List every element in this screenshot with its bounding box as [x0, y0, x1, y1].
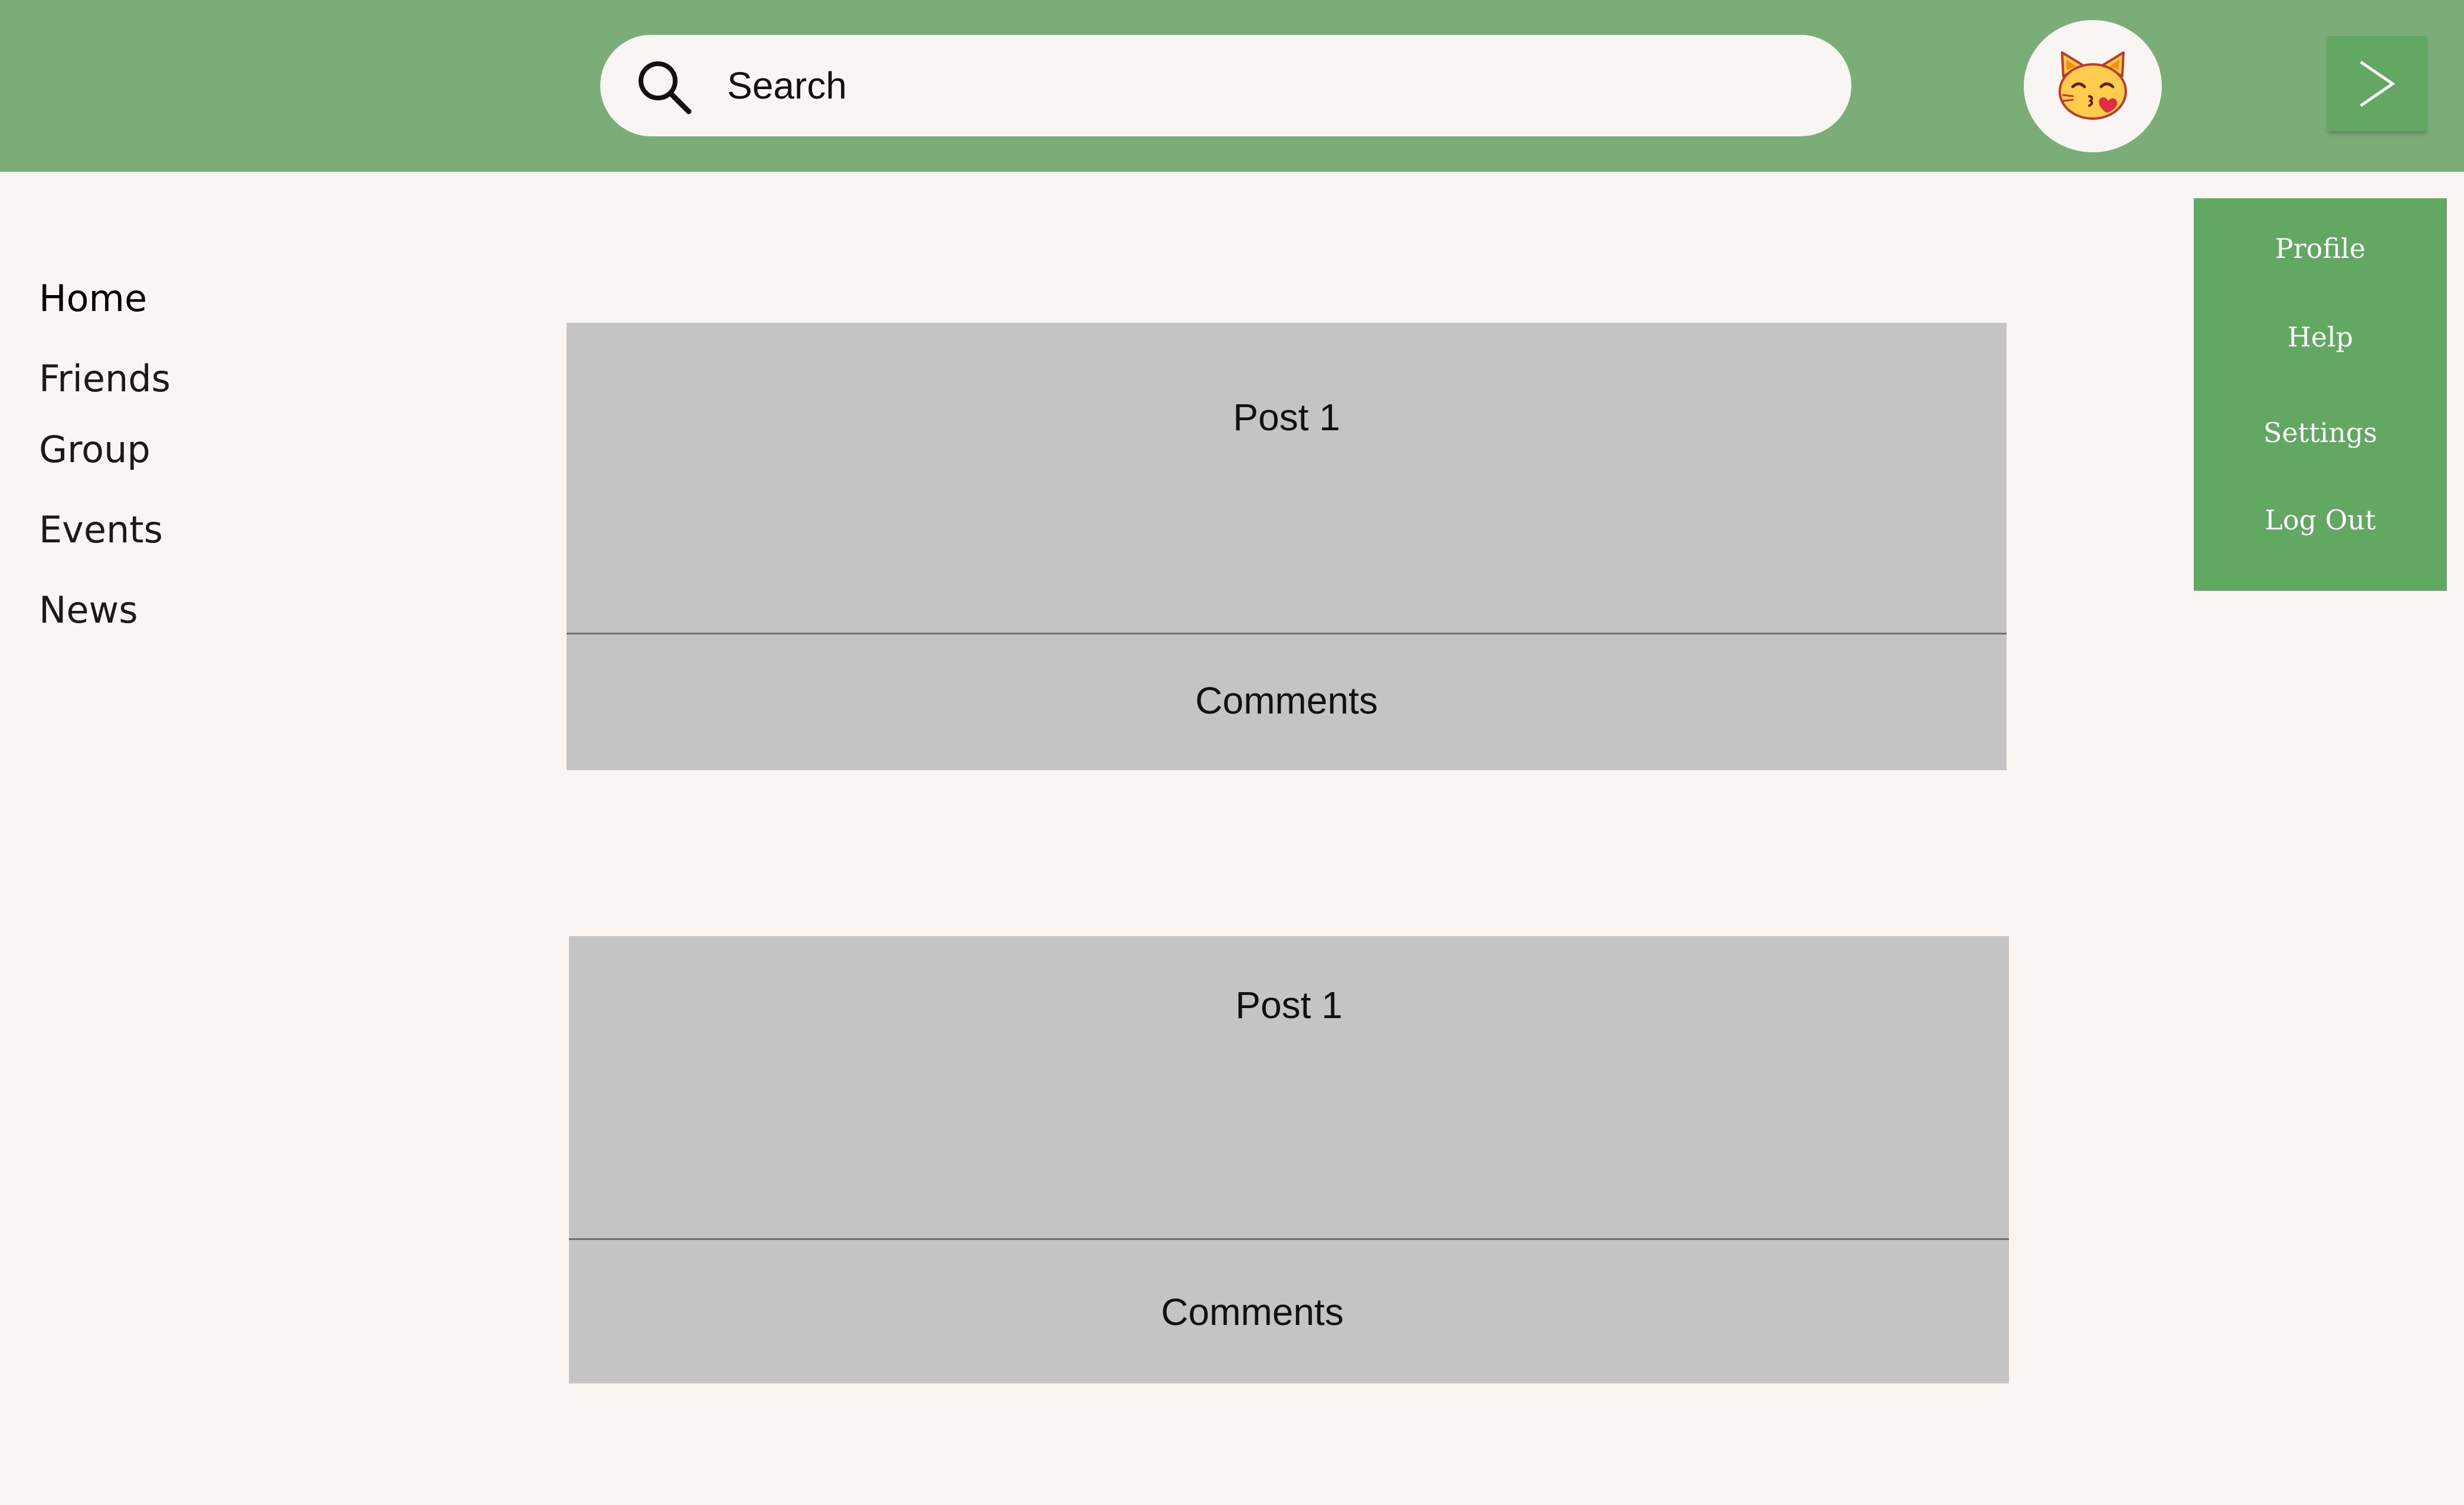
comments-label: Comments	[1195, 679, 1378, 722]
comments-section[interactable]: Comments	[567, 634, 2007, 770]
left-sidebar-nav: Home Friends Group Events News	[0, 172, 354, 703]
chevron-right-icon	[2360, 60, 2396, 107]
menu-item-settings[interactable]: Settings	[2194, 419, 2447, 446]
menu-toggle-button[interactable]	[2328, 36, 2426, 131]
comments-label: Comments	[1161, 1291, 1344, 1333]
nav-item-events[interactable]: Events	[39, 512, 163, 548]
post-title: Post 1	[1233, 396, 1340, 439]
nav-item-group[interactable]: Group	[39, 431, 150, 468]
avatar[interactable]	[2024, 20, 2162, 152]
menu-item-log-out[interactable]: Log Out	[2194, 506, 2447, 534]
menu-item-profile[interactable]: Profile	[2194, 235, 2447, 262]
nav-item-home[interactable]: Home	[39, 280, 147, 317]
top-header	[0, 0, 2464, 172]
user-dropdown-menu: Profile Help Settings Log Out	[2194, 198, 2447, 591]
nav-item-news[interactable]: News	[39, 592, 138, 629]
post-card: Post 1 Comments	[569, 936, 2009, 1383]
search-input[interactable]	[727, 56, 1789, 115]
comments-section[interactable]: Comments	[569, 1240, 2009, 1383]
nav-item-friends[interactable]: Friends	[39, 361, 171, 397]
search-bar[interactable]	[600, 35, 1851, 136]
search-icon[interactable]	[634, 57, 693, 116]
kissing-cat-icon	[2059, 51, 2127, 120]
post-title: Post 1	[1235, 984, 1343, 1026]
menu-item-help[interactable]: Help	[2194, 323, 2447, 351]
post-card: Post 1 Comments	[567, 323, 2007, 770]
